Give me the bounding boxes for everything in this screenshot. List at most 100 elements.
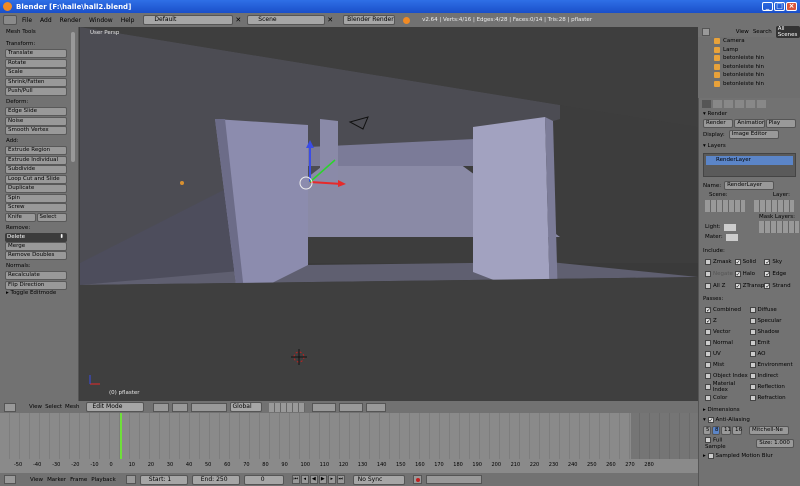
prev-key-icon[interactable]: ◂ xyxy=(300,475,309,484)
include-option[interactable]: Edge xyxy=(764,268,794,279)
menu-help[interactable]: Help xyxy=(118,17,138,24)
anti-aliasing-panel-header[interactable]: ▾ Anti-Aliasing xyxy=(699,415,800,425)
object-tab-icon[interactable] xyxy=(735,100,744,108)
pass-option[interactable]: Normal xyxy=(705,337,750,348)
display-selector[interactable]: Image Editor xyxy=(728,130,779,139)
select-button[interactable]: Select xyxy=(36,212,67,222)
flip-direction-button[interactable]: Flip Direction xyxy=(5,280,67,290)
next-key-icon[interactable]: ▸ xyxy=(327,475,336,484)
scene-close-icon[interactable]: ✕ xyxy=(327,16,333,24)
include-option[interactable]: Strand xyxy=(764,280,794,291)
motion-blur-panel-header[interactable]: ▸ Sampled Motion Blur xyxy=(699,451,800,461)
record-icon[interactable] xyxy=(412,475,422,484)
play-icon[interactable]: ▶ xyxy=(318,475,327,484)
outliner-type-icon[interactable] xyxy=(702,28,710,36)
timeline[interactable]: -50 -40 -30 -20 -10 0 10 20 30 40 50 60 70 80 90 100 110… xyxy=(0,413,698,473)
render-panel-header[interactable]: ▾ Render xyxy=(699,109,800,119)
include-option[interactable]: All Z xyxy=(705,280,735,291)
aa-filter-selector[interactable]: Mitchell-Ne xyxy=(749,426,789,435)
outliner-row[interactable]: Lamp xyxy=(698,46,800,55)
include-option[interactable]: Halo xyxy=(734,268,765,279)
layout-close-icon[interactable]: ✕ xyxy=(235,16,241,24)
merge-button[interactable]: Merge xyxy=(5,241,67,251)
outliner-row[interactable]: betonleiste hin xyxy=(698,54,800,63)
layout-selector[interactable]: Default xyxy=(143,15,234,25)
menu-add[interactable]: Add xyxy=(37,17,55,24)
pass-option[interactable]: Vector xyxy=(705,326,750,337)
toggle-editmode-panel[interactable]: ▸ Toggle Editmode xyxy=(0,290,78,298)
layer-buttons[interactable] xyxy=(268,402,305,412)
close-button[interactable]: × xyxy=(786,2,797,11)
extrude-region-button[interactable]: Extrude Region xyxy=(5,146,67,155)
smooth-vertex-button[interactable]: Smooth Vertex xyxy=(5,126,67,135)
world-tab-icon[interactable] xyxy=(724,100,733,108)
push-pull-button[interactable]: Push/Pull xyxy=(5,87,67,96)
screw-button[interactable]: Screw xyxy=(5,203,67,212)
keying-set-field[interactable] xyxy=(425,475,482,484)
occlude-icon[interactable] xyxy=(338,402,363,412)
select-mode-icon[interactable] xyxy=(311,402,336,412)
tool-shelf-scrollbar[interactable] xyxy=(71,32,75,162)
shading-icon[interactable] xyxy=(152,402,169,412)
include-option[interactable]: Sky xyxy=(764,256,794,267)
mode-selector[interactable]: Edit Mode xyxy=(85,402,144,412)
render-tab-icon[interactable] xyxy=(702,100,711,108)
timeline-playback-menu[interactable]: Playback xyxy=(91,477,116,483)
play-reverse-icon[interactable]: ◀ xyxy=(309,475,318,484)
end-frame-field[interactable]: End: 250 xyxy=(191,474,240,485)
loop-cut-button[interactable]: Loop Cut and Slide xyxy=(5,174,67,184)
jump-start-icon[interactable]: ⏮ xyxy=(291,475,300,484)
start-frame-field[interactable]: Start: 1 xyxy=(139,474,188,485)
scale-button[interactable]: Scale xyxy=(5,68,67,77)
pass-option[interactable]: Diffuse xyxy=(749,304,795,315)
pass-option[interactable]: Specular xyxy=(749,315,795,326)
include-option[interactable]: Zmask xyxy=(705,256,735,267)
menu-window[interactable]: Window xyxy=(86,17,116,24)
timeline-marker-menu[interactable]: Marker xyxy=(47,477,66,483)
aa-5-button[interactable]: 5 xyxy=(703,426,711,435)
menu-render[interactable]: Render xyxy=(57,17,84,24)
noise-button[interactable]: Noise xyxy=(5,116,67,126)
animation-button[interactable]: Animation xyxy=(734,119,765,128)
aa-11-button[interactable]: 11 xyxy=(721,426,731,435)
timeline-view-menu[interactable]: View xyxy=(30,477,43,483)
pass-option[interactable]: Color xyxy=(705,392,750,403)
material-override-field[interactable] xyxy=(725,233,738,241)
view3d-mesh-menu[interactable]: Mesh xyxy=(65,404,79,410)
pass-option[interactable]: Indirect xyxy=(749,370,795,381)
view3d-select-menu[interactable]: Select xyxy=(45,404,62,410)
full-sample-checkbox[interactable]: Full Sample xyxy=(705,437,742,450)
rotate-button[interactable]: Rotate xyxy=(5,58,67,68)
light-override-field[interactable] xyxy=(723,223,736,231)
outliner-row[interactable]: Camera xyxy=(698,37,800,46)
pass-option[interactable]: Emit xyxy=(749,337,795,348)
pass-option[interactable]: Environment xyxy=(749,359,795,370)
dimensions-panel-header[interactable]: ▸ Dimensions xyxy=(699,405,800,415)
subdivide-button[interactable]: Subdivide xyxy=(5,165,67,174)
duplicate-button[interactable]: Duplicate xyxy=(5,184,67,193)
play-button[interactable]: Play xyxy=(765,119,796,128)
shrink-fatten-button[interactable]: Shrink/Fatten xyxy=(5,77,67,87)
include-option[interactable]: Solid xyxy=(734,256,765,267)
edge-slide-button[interactable]: Edge Slide xyxy=(5,107,67,116)
pass-option[interactable]: UV xyxy=(705,348,750,359)
outliner-row[interactable]: betonleiste hin xyxy=(698,71,800,80)
aa-16-button[interactable]: 16 xyxy=(732,426,742,435)
pass-option[interactable]: Z xyxy=(705,315,750,326)
minimize-button[interactable]: _ xyxy=(762,2,773,11)
maximize-button[interactable]: □ xyxy=(774,2,785,11)
timeline-type-icon[interactable] xyxy=(4,475,16,484)
orientation-selector[interactable]: Global xyxy=(229,402,262,412)
view3d-type-icon[interactable] xyxy=(4,402,16,412)
scene-selector[interactable]: Scene xyxy=(247,15,326,25)
layer-name-field[interactable]: RenderLayer xyxy=(724,181,775,190)
manipulator-icon[interactable] xyxy=(190,402,227,412)
menu-file[interactable]: File xyxy=(19,17,35,24)
extrude-individual-button[interactable]: Extrude Individual xyxy=(5,155,67,165)
snap-icon[interactable] xyxy=(365,402,386,412)
current-frame-marker[interactable] xyxy=(120,413,122,459)
layer-list-item[interactable]: RenderLayer xyxy=(706,156,793,165)
filter-size-field[interactable]: Size: 1.000 xyxy=(756,438,794,448)
view3d-view-menu[interactable]: View xyxy=(29,404,42,410)
pass-option[interactable]: Shadow xyxy=(749,326,795,337)
